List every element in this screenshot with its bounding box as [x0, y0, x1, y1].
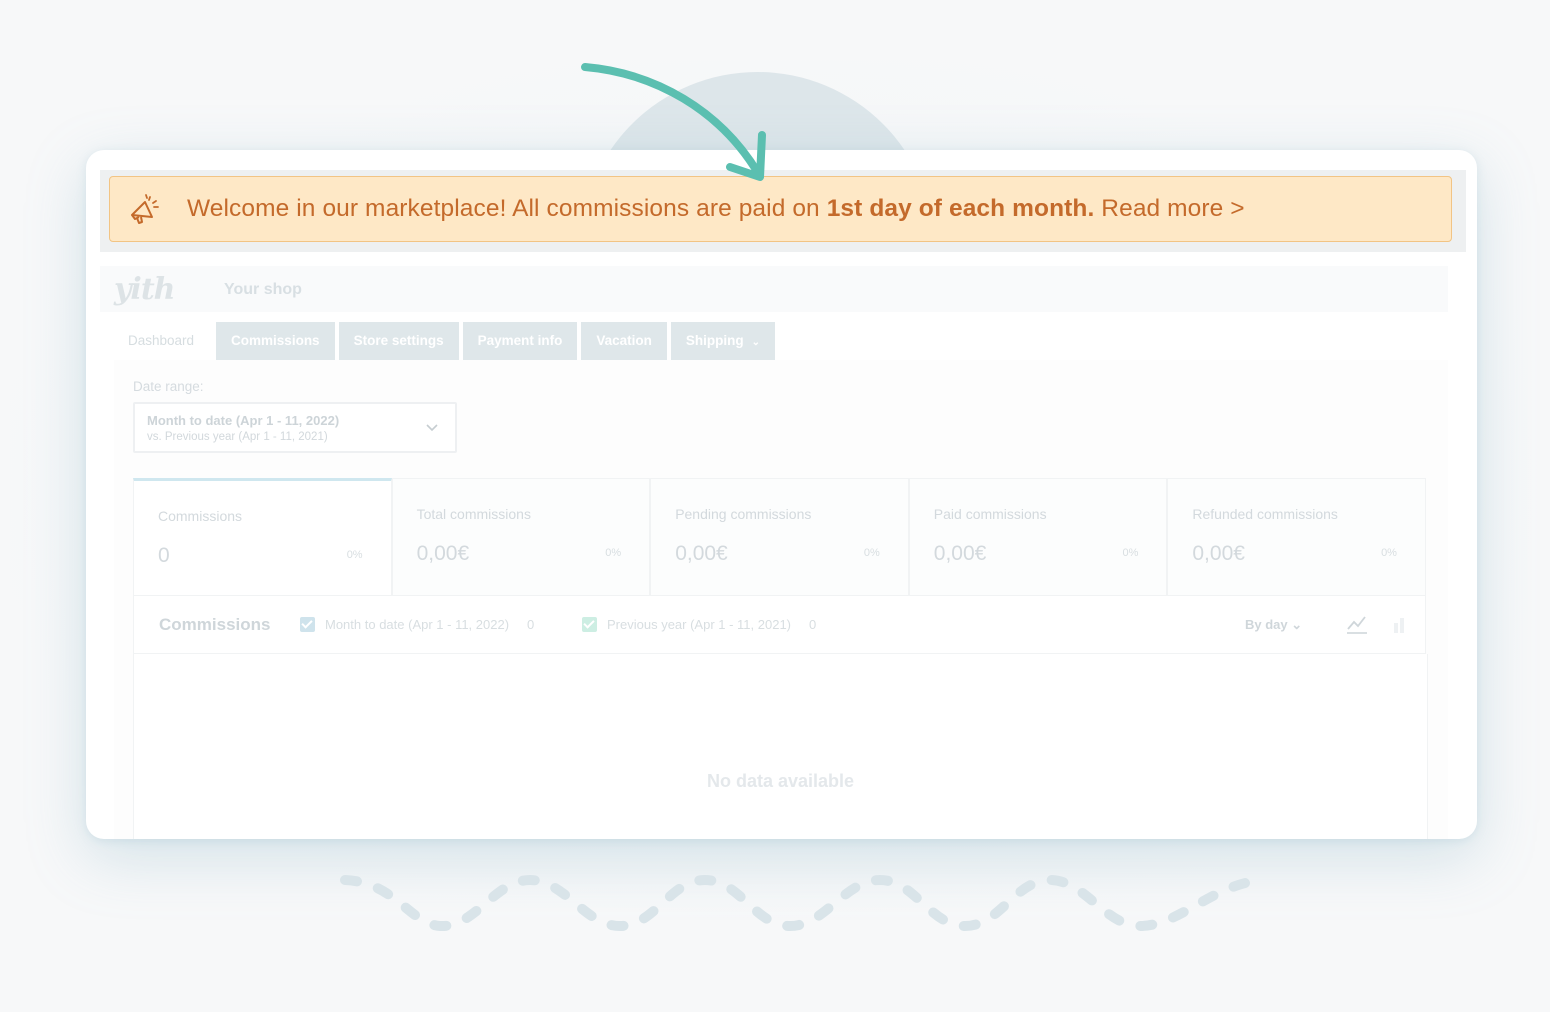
legend-count: 0	[527, 617, 535, 632]
dashboard-faded: yith Your shop Dashboard Commissions Sto…	[86, 150, 1477, 839]
stat-card-refunded-commissions[interactable]: Refunded commissions 0,00€ 0%	[1167, 478, 1426, 596]
stat-percent: 0%	[1122, 547, 1139, 559]
tab-vacation[interactable]: Vacation	[581, 322, 667, 360]
date-range-select[interactable]: Month to date (Apr 1 - 11, 2022) vs. Pre…	[133, 402, 457, 453]
stat-label: Refunded commissions	[1192, 506, 1338, 522]
chart-type-toggle	[1346, 611, 1412, 637]
chart-title: Commissions	[159, 615, 271, 634]
stat-card-commissions[interactable]: Commissions 0 0%	[133, 478, 392, 596]
stat-card-total-commissions[interactable]: Total commissions 0,00€ 0%	[391, 478, 651, 596]
shop-name[interactable]: Your shop	[224, 281, 302, 299]
legend-previous-year[interactable]: Previous year (Apr 1 - 11, 2021) 0	[582, 617, 816, 632]
tab-commissions[interactable]: Commissions	[216, 322, 335, 360]
pointer-arrow	[581, 63, 766, 181]
no-data-message: No data available	[706, 771, 855, 791]
dashboard-card: Welcome in our marketplace! All commissi…	[86, 150, 1477, 839]
stat-card-paid-commissions[interactable]: Paid commissions 0,00€ 0%	[908, 478, 1168, 596]
stat-label: Paid commissions	[933, 506, 1047, 522]
legend-label: Month to date (Apr 1 - 11, 2022)	[325, 617, 510, 632]
yith-logo: yith	[114, 272, 175, 307]
top-bar	[100, 266, 1448, 312]
tab-payment-info[interactable]: Payment info	[462, 322, 578, 360]
interval-label: By day	[1245, 617, 1288, 632]
stat-percent: 0%	[863, 547, 880, 559]
legend-count: 0	[809, 617, 817, 632]
chart-area: No data available	[133, 654, 1428, 839]
tab-dashboard[interactable]: Dashboard	[114, 322, 212, 360]
legend-label: Previous year (Apr 1 - 11, 2021)	[607, 617, 792, 632]
date-range-label: Date range:	[133, 379, 204, 394]
chevron-down-icon: ⌄	[751, 337, 761, 348]
tab-shipping[interactable]: Shipping ⌄	[670, 322, 776, 360]
checkbox[interactable]	[582, 617, 597, 632]
stat-percent: 0%	[605, 547, 622, 559]
tab-shipping-label: Shipping	[685, 333, 744, 348]
stat-card-pending-commissions[interactable]: Pending commissions 0,00€ 0%	[650, 478, 909, 596]
date-range-primary: Month to date (Apr 1 - 11, 2022)	[147, 413, 340, 428]
stat-value: 0	[158, 544, 170, 567]
decorative-dashed-wave	[340, 874, 1270, 932]
chevron-down-icon	[426, 424, 438, 432]
chart-header: Commissions Month to date (Apr 1 - 11, 2…	[133, 596, 1426, 654]
interval-select[interactable]: By day ⌄	[1245, 617, 1302, 633]
stat-value: 0,00€	[416, 542, 470, 565]
stat-label: Commissions	[158, 508, 243, 524]
stat-percent: 0%	[346, 549, 363, 561]
stat-label: Total commissions	[416, 506, 531, 522]
checkbox[interactable]	[300, 617, 315, 632]
stat-value: 0,00€	[675, 542, 728, 565]
line-chart-icon[interactable]	[1346, 613, 1368, 635]
legend-month-to-date[interactable]: Month to date (Apr 1 - 11, 2022) 0	[300, 617, 534, 632]
date-range-secondary: vs. Previous year (Apr 1 - 11, 2021)	[147, 431, 328, 443]
stat-value: 0,00€	[933, 542, 987, 565]
chevron-down-icon: ⌄	[1291, 617, 1303, 632]
stats-row: Commissions 0 0% Total commissions 0,00€…	[133, 478, 1426, 596]
stat-value: 0,00€	[1192, 542, 1245, 565]
bar-chart-icon[interactable]	[1390, 613, 1412, 635]
stat-label: Pending commissions	[675, 506, 812, 522]
stat-percent: 0%	[1381, 547, 1397, 559]
tab-store-settings[interactable]: Store settings	[338, 322, 459, 360]
tab-bar: Dashboard Commissions Store settings Pay…	[114, 322, 779, 360]
